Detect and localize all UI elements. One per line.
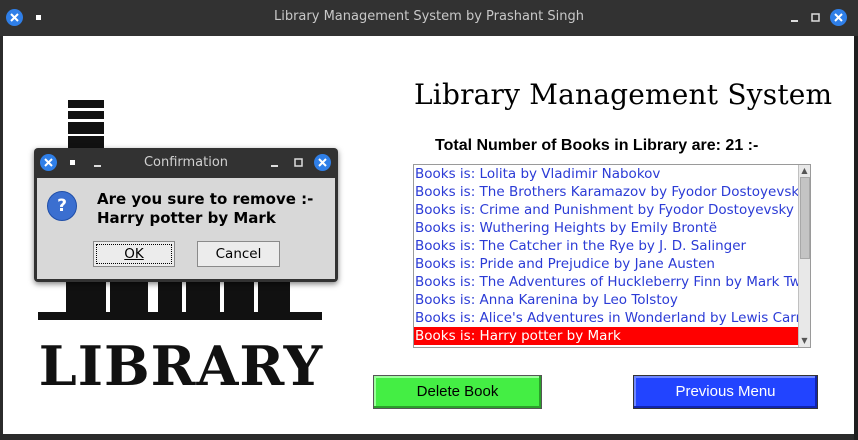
scrollbar-thumb[interactable] xyxy=(800,177,810,259)
scroll-down-icon[interactable]: ▼ xyxy=(799,336,810,346)
minimize-icon[interactable] xyxy=(786,9,803,26)
cancel-button[interactable]: Cancel xyxy=(197,241,280,267)
delete-book-button[interactable]: Delete Book xyxy=(373,375,542,409)
question-icon: ? xyxy=(47,191,77,221)
dialog-close-icon[interactable] xyxy=(314,154,331,171)
list-item[interactable]: Books is: Pride and Prejudice by Jane Au… xyxy=(414,255,798,273)
list-item[interactable]: Books is: Crime and Punishment by Fyodor… xyxy=(414,201,798,219)
list-item[interactable]: Books is: The Brothers Karamazov by Fyod… xyxy=(414,183,798,201)
list-item[interactable]: Books is: The Adventures of Huckleberry … xyxy=(414,273,798,291)
dialog-message: Are you sure to remove :- Harry potter b… xyxy=(97,190,333,228)
book-list: Books is: Lolita by Vladimir Nabokov Boo… xyxy=(414,165,798,345)
list-item[interactable]: Books is: Wuthering Heights by Emily Bro… xyxy=(414,219,798,237)
ok-button-label: OK xyxy=(124,246,144,262)
window-title: Library Management System by Prashant Si… xyxy=(273,9,584,24)
page-title: Library Management System xyxy=(414,78,833,111)
scroll-up-icon[interactable]: ▲ xyxy=(799,166,810,176)
dialog-body: ? Are you sure to remove :- Harry potter… xyxy=(37,178,335,279)
list-scrollbar[interactable]: ▲ ▼ xyxy=(798,165,810,347)
dialog-message-line1: Are you sure to remove :- xyxy=(97,190,314,208)
cancel-button-label: Cancel xyxy=(215,246,262,262)
confirmation-dialog: Confirmation ? Are you sure to remove :-… xyxy=(34,148,338,282)
dialog-message-line2: Harry potter by Mark xyxy=(97,209,276,227)
list-item[interactable]: Books is: Lolita by Vladimir Nabokov xyxy=(414,165,798,183)
list-item[interactable]: Books is: Alice's Adventures in Wonderla… xyxy=(414,309,798,327)
window-titlebar: Library Management System by Prashant Si… xyxy=(0,0,858,36)
list-item[interactable]: Books is: The Catcher in the Rye by J. D… xyxy=(414,237,798,255)
logo-text: LIBRARY xyxy=(38,334,324,398)
close-icon[interactable] xyxy=(830,9,847,26)
selected-list-item[interactable]: Books is: Harry potter by Mark xyxy=(414,327,798,345)
list-item[interactable]: Books is: Anna Karenina by Leo Tolstoy xyxy=(414,291,798,309)
background-window-edge xyxy=(854,36,858,440)
book-count-label: Total Number of Books in Library are: 21… xyxy=(435,137,759,154)
book-listbox[interactable]: Books is: Lolita by Vladimir Nabokov Boo… xyxy=(413,164,811,348)
dialog-minimize-icon[interactable] xyxy=(266,154,283,171)
dialog-maximize-icon[interactable] xyxy=(290,154,307,171)
previous-menu-button[interactable]: Previous Menu xyxy=(633,375,818,409)
maximize-icon[interactable] xyxy=(807,9,824,26)
ok-button[interactable]: OK xyxy=(93,241,175,267)
